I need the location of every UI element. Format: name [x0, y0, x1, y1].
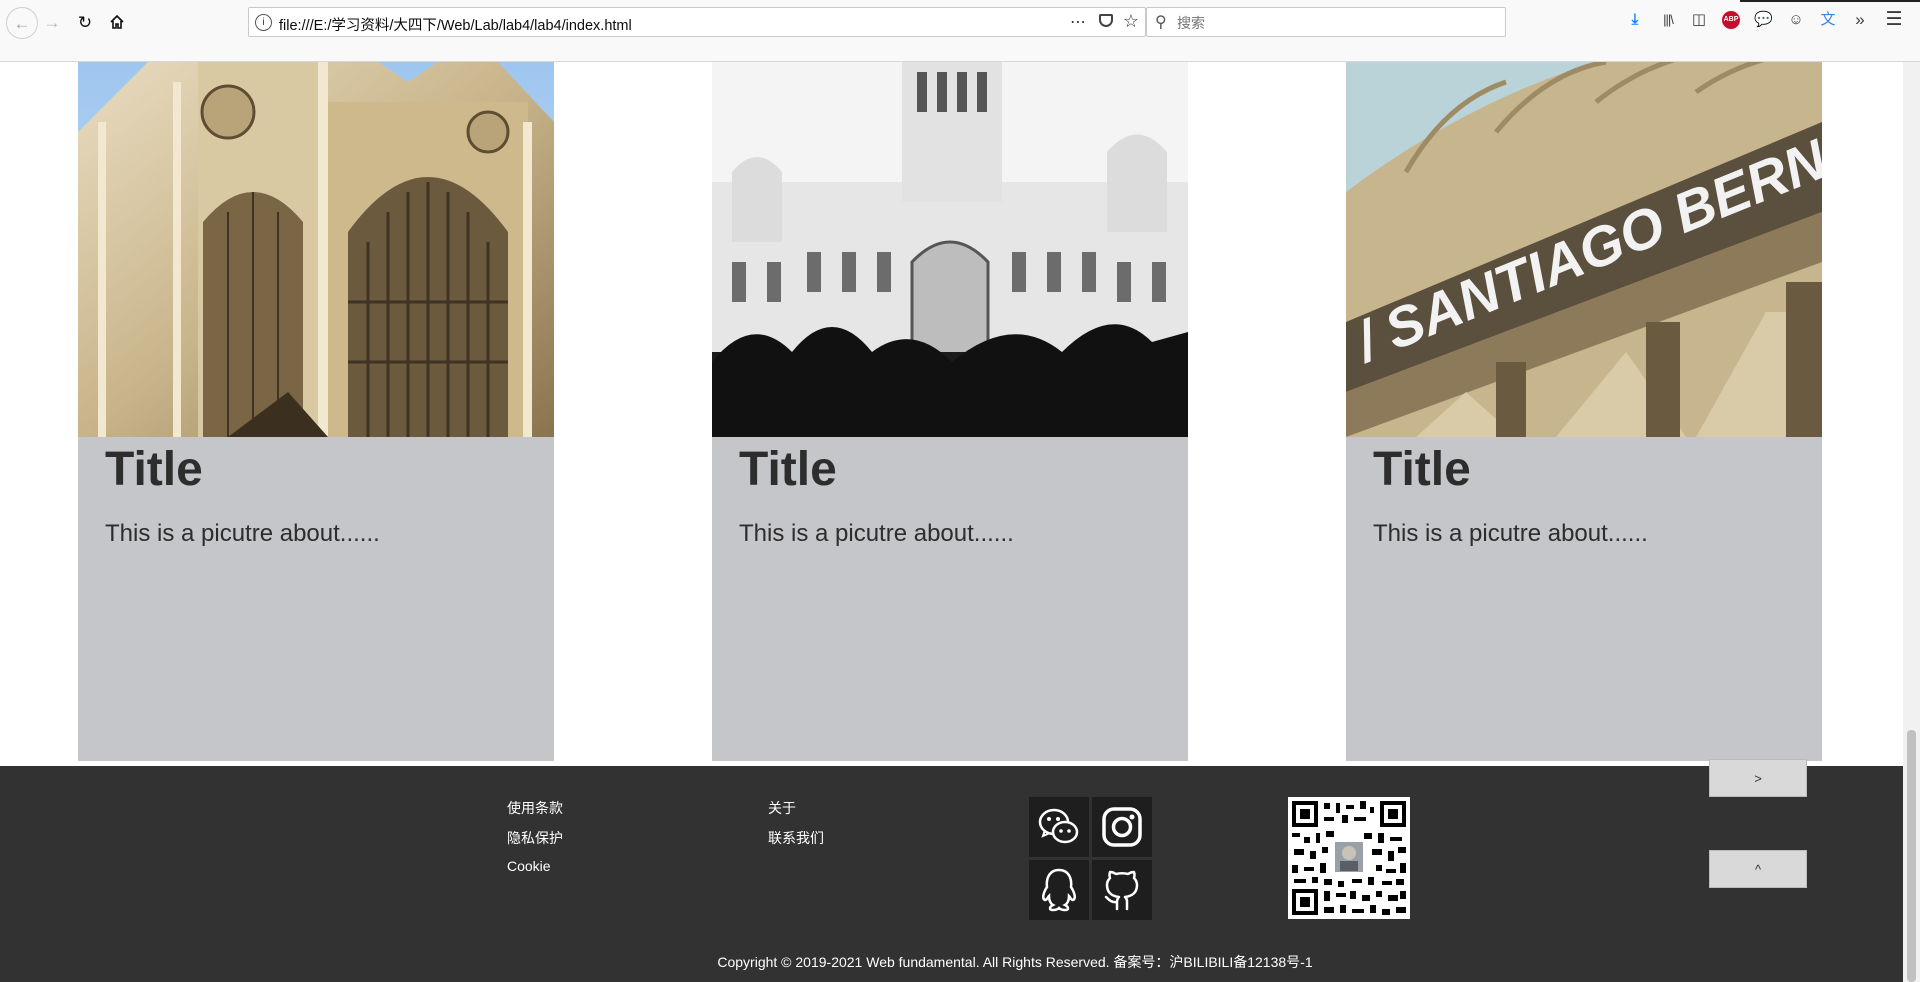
footer-link-terms[interactable]: 使用条款 — [507, 798, 563, 818]
card-text: This is a picutre about...... — [105, 520, 380, 547]
footer: 使用条款 隐私保护 Cookie 关于 联系我们 Copyright © 201… — [0, 766, 1903, 982]
home-icon[interactable] — [105, 10, 129, 34]
footer-link-about[interactable]: 关于 — [768, 798, 796, 818]
card: Title This is a picutre about...... — [78, 62, 554, 761]
scrollbar-thumb[interactable] — [1907, 730, 1916, 982]
star-icon[interactable]: ☆ — [1123, 11, 1139, 32]
github-icon[interactable] — [1092, 860, 1152, 920]
card-title: Title — [1373, 443, 1471, 496]
url-bar[interactable]: i file:///E:/学习资料/大四下/Web/Lab/lab4/lab4/… — [248, 7, 1146, 37]
copyright-text: Copyright © 2019-2021 Web fundamental. A… — [717, 954, 1313, 970]
search-bar[interactable]: ⚲ — [1146, 7, 1506, 37]
card-title: Title — [105, 443, 203, 496]
card: / SANTIAGO BERNA Title This is a picutre… — [1346, 62, 1822, 761]
overflow-icon[interactable]: » — [1851, 11, 1869, 29]
sidebar-icon[interactable]: ◫ — [1690, 11, 1708, 29]
reload-icon[interactable]: ↻ — [73, 10, 97, 34]
card-image-stadium: / SANTIAGO BERNA — [1346, 62, 1822, 437]
info-icon[interactable]: i — [255, 14, 272, 31]
download-icon[interactable]: ⤓ — [1626, 11, 1644, 29]
chat-icon[interactable]: 💬 — [1754, 11, 1773, 29]
forward-icon[interactable]: → — [40, 10, 64, 34]
back-icon[interactable]: ← — [6, 7, 38, 39]
qr-code — [1288, 797, 1410, 919]
instagram-icon[interactable] — [1092, 797, 1152, 857]
browser-toolbar: ← → ↻ i file:///E:/学习资料/大四下/Web/Lab/lab4… — [0, 0, 1920, 62]
next-button[interactable]: > — [1709, 759, 1807, 797]
footer-link-contact[interactable]: 联系我们 — [768, 828, 824, 848]
menu-icon[interactable]: ☰ — [1885, 10, 1903, 29]
card-text: This is a picutre about...... — [1373, 520, 1648, 547]
wechat-icon[interactable] — [1029, 797, 1089, 857]
card-image-palace — [712, 62, 1188, 437]
card-title: Title — [739, 443, 837, 496]
footer-link-cookie[interactable]: Cookie — [507, 858, 551, 874]
more-icon[interactable]: ⋯ — [1070, 12, 1087, 32]
url-text[interactable]: file:///E:/学习资料/大四下/Web/Lab/lab4/lab4/in… — [279, 14, 632, 35]
search-input[interactable] — [1175, 11, 1499, 35]
library-icon[interactable]: |||\ — [1659, 11, 1677, 29]
translate-icon[interactable]: 文 — [1819, 11, 1837, 29]
abp-icon[interactable]: ABP — [1722, 11, 1740, 29]
footer-link-privacy[interactable]: 隐私保护 — [507, 828, 563, 848]
back-to-top-button[interactable]: ^ — [1709, 850, 1807, 888]
account-icon[interactable]: ☺ — [1787, 11, 1805, 29]
search-icon: ⚲ — [1155, 14, 1167, 31]
pocket-icon[interactable] — [1099, 14, 1113, 27]
card-image-cathedral — [78, 62, 554, 437]
qq-icon[interactable] — [1029, 860, 1089, 920]
card-text: This is a picutre about...... — [739, 520, 1014, 547]
card: Title This is a picutre about...... — [712, 62, 1188, 761]
